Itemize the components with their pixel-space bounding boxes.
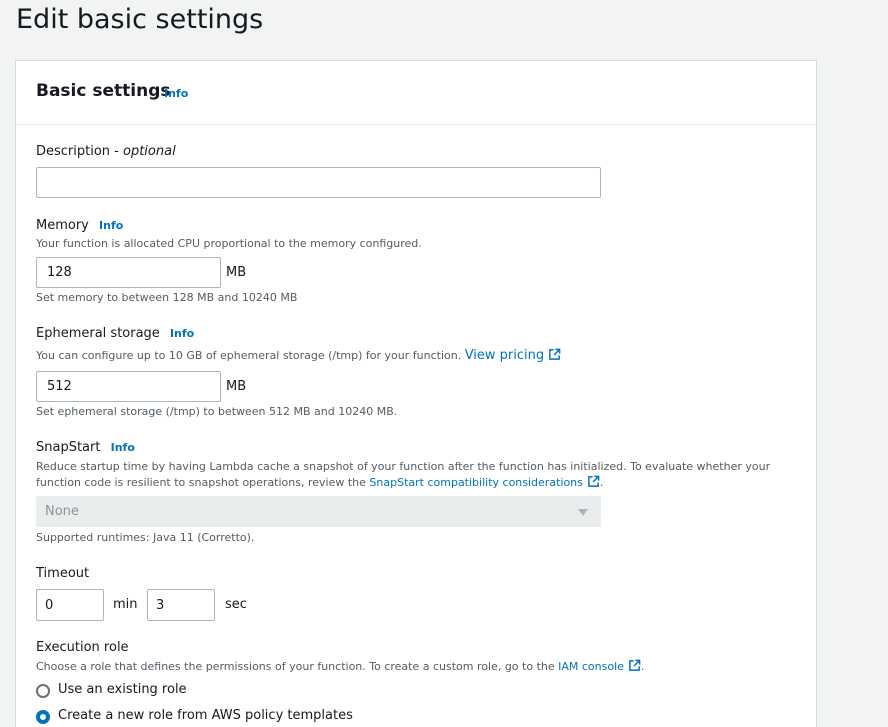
external-link-icon bbox=[549, 348, 561, 360]
external-link-icon bbox=[587, 475, 600, 487]
ephemeral-storage-description: You can configure up to 10 GB of ephemer… bbox=[36, 348, 561, 363]
radio-icon[interactable] bbox=[36, 684, 50, 698]
snapstart-label: SnapStart Info bbox=[36, 440, 135, 455]
snapstart-compat-link[interactable]: SnapStart compatibility considerations bbox=[369, 475, 600, 489]
iam-console-label: IAM console bbox=[558, 660, 624, 673]
execution-role-description: Choose a role that defines the permissio… bbox=[36, 659, 645, 673]
memory-input[interactable] bbox=[36, 257, 221, 288]
ephemeral-storage-desc-text: You can configure up to 10 GB of ephemer… bbox=[36, 349, 462, 362]
radio-use-existing-role[interactable]: Use an existing role bbox=[36, 682, 436, 704]
iam-console-link[interactable]: IAM console bbox=[558, 659, 641, 673]
timeout-min-input[interactable] bbox=[36, 589, 104, 621]
description-input[interactable] bbox=[36, 167, 601, 198]
panel-title: Basic settings bbox=[36, 81, 171, 101]
memory-hint: Set memory to between 128 MB and 10240 M… bbox=[36, 291, 298, 304]
execution-role-label: Execution role bbox=[36, 640, 129, 655]
snapstart-select[interactable]: None bbox=[36, 496, 601, 527]
panel-header: Basic settings Info bbox=[16, 61, 816, 125]
snapstart-desc-line2: function code is resilient to snapshot o… bbox=[36, 476, 366, 489]
snapstart-info-link[interactable]: Info bbox=[111, 441, 135, 454]
ephemeral-storage-input[interactable] bbox=[36, 371, 221, 402]
memory-info-link[interactable]: Info bbox=[99, 219, 123, 232]
memory-description: Your function is allocated CPU proportio… bbox=[36, 237, 422, 250]
timeout-sec-input[interactable] bbox=[147, 589, 215, 621]
page-title: Edit basic settings bbox=[16, 4, 264, 35]
memory-label-text: Memory bbox=[36, 218, 89, 233]
radio-create-role-from-templates[interactable]: Create a new role from AWS policy templa… bbox=[36, 708, 436, 727]
basic-settings-panel: Basic settings Info Description - option… bbox=[15, 60, 817, 727]
execution-role-desc-text: Choose a role that defines the permissio… bbox=[36, 660, 555, 673]
snapstart-desc-line1: Reduce startup time by having Lambda cac… bbox=[36, 460, 771, 473]
ephemeral-storage-info-link[interactable]: Info bbox=[170, 327, 194, 340]
radio-icon[interactable] bbox=[36, 710, 50, 724]
external-link-icon bbox=[629, 659, 641, 671]
description-optional: optional bbox=[123, 144, 176, 159]
ephemeral-storage-unit: MB bbox=[226, 379, 247, 394]
timeout-min-unit: min bbox=[113, 597, 138, 612]
ephemeral-storage-label: Ephemeral storage Info bbox=[36, 326, 194, 341]
description-label-text: Description - bbox=[36, 144, 123, 159]
timeout-sec-unit: sec bbox=[225, 597, 247, 612]
memory-label: Memory Info bbox=[36, 218, 123, 233]
snapstart-hint: Supported runtimes: Java 11 (Corretto). bbox=[36, 531, 255, 544]
memory-unit: MB bbox=[226, 265, 247, 280]
view-pricing-link[interactable]: View pricing bbox=[465, 348, 561, 363]
panel-info-link[interactable]: Info bbox=[164, 87, 188, 100]
ephemeral-storage-label-text: Ephemeral storage bbox=[36, 326, 160, 341]
snapstart-selected-value: None bbox=[45, 504, 79, 519]
ephemeral-storage-hint: Set ephemeral storage (/tmp) to between … bbox=[36, 405, 398, 418]
timeout-label: Timeout bbox=[36, 566, 90, 581]
view-pricing-label: View pricing bbox=[464, 348, 545, 363]
description-label: Description - optional bbox=[36, 144, 176, 159]
snapstart-description: Reduce startup time by having Lambda cac… bbox=[36, 460, 771, 489]
radio-use-existing-role-label: Use an existing role bbox=[58, 682, 187, 697]
radio-create-role-label: Create a new role from AWS policy templa… bbox=[58, 708, 353, 723]
snapstart-compat-label: SnapStart compatibility considerations bbox=[369, 476, 583, 489]
caret-down-icon bbox=[578, 509, 588, 516]
snapstart-label-text: SnapStart bbox=[36, 440, 101, 455]
